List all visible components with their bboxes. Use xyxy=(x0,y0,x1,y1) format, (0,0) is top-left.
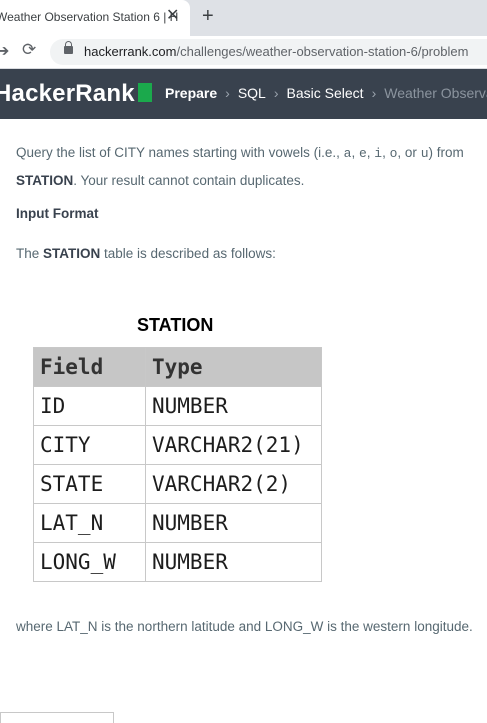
table-intro: The STATION table is described as follow… xyxy=(16,240,276,267)
vowel-o: o xyxy=(389,146,398,161)
breadcrumb-current: Weather Observation Station 6 xyxy=(384,85,487,101)
intro-text-end: table is described as follows: xyxy=(100,246,276,261)
input-format-heading: Input Format xyxy=(16,206,99,221)
url-text: hackerrank.com/challenges/weather-observ… xyxy=(84,44,468,59)
type-cell: NUMBER xyxy=(145,542,322,582)
tab-title: Weather Observation Station 6 | H xyxy=(0,10,179,24)
breadcrumb-basic-select[interactable]: Basic Select xyxy=(287,85,364,101)
keyword-station: STATION xyxy=(43,246,101,261)
table-title: STATION xyxy=(137,315,214,335)
hackerrank-logo[interactable]: HackerRank xyxy=(0,80,152,108)
breadcrumb-prepare[interactable]: Prepare xyxy=(165,85,217,101)
vowel-u: u xyxy=(420,146,429,161)
browser-tab[interactable]: Weather Observation Station 6 | H ✕ xyxy=(0,0,190,36)
header-type: Type xyxy=(145,347,322,387)
lock-icon xyxy=(64,41,73,54)
type-cell: VARCHAR2(21) xyxy=(145,425,322,465)
vowel-e: e xyxy=(358,146,367,161)
chevron-right-icon: › xyxy=(371,85,377,101)
station-schema-table: Field Type ID NUMBER CITY VARCHAR2(21) S… xyxy=(33,347,322,582)
brand-mark-icon xyxy=(137,83,152,102)
vowel-a: a xyxy=(343,146,352,161)
keyword-station: STATION xyxy=(16,173,74,188)
reload-icon[interactable]: ⟳ xyxy=(22,40,36,60)
footnote: where LAT_N is the northern latitude and… xyxy=(16,619,473,634)
new-tab-icon[interactable]: + xyxy=(202,5,214,27)
brand-name: HackerRank xyxy=(0,80,135,107)
desc-text-end: ) from xyxy=(428,145,464,160)
url-path: /challenges/weather-observation-station-… xyxy=(176,44,469,59)
browser-tab-strip: Weather Observation Station 6 | H ✕ + xyxy=(0,0,487,36)
table-header-row: Field Type xyxy=(33,347,322,387)
intro-text: The xyxy=(16,246,44,261)
problem-description: Query the list of CITY names starting wi… xyxy=(16,145,464,188)
field-cell: LAT_N xyxy=(33,503,146,543)
bottom-panel-tab[interactable] xyxy=(0,712,114,723)
chevron-right-icon: › xyxy=(273,85,279,101)
type-cell: NUMBER xyxy=(145,386,322,426)
chevron-right-icon: › xyxy=(225,85,230,101)
field-cell: STATE xyxy=(33,464,146,504)
field-cell: ID xyxy=(33,386,146,426)
table-row: CITY VARCHAR2(21) xyxy=(33,425,322,465)
type-cell: NUMBER xyxy=(145,503,322,543)
url-host: hackerrank.com xyxy=(84,44,177,59)
table-row: ID NUMBER xyxy=(33,386,322,426)
desc-text: Query the list of CITY names starting wi… xyxy=(16,145,344,160)
url-input[interactable]: hackerrank.com/challenges/weather-observ… xyxy=(50,39,487,65)
desc-text-2: . Your result cannot contain duplicates. xyxy=(73,173,305,188)
field-cell: LONG_W xyxy=(33,542,146,582)
table-row: LAT_N NUMBER xyxy=(33,503,322,543)
address-bar: ➔ ⟳ hackerrank.com/challenges/weather-ob… xyxy=(0,36,487,69)
forward-arrow-icon[interactable]: ➔ xyxy=(0,41,9,61)
field-cell: CITY xyxy=(33,425,146,465)
header-field: Field xyxy=(33,347,146,387)
type-cell: VARCHAR2(2) xyxy=(145,464,322,504)
site-navbar: HackerRank Prepare › SQL › Basic Select › Weat… xyxy=(0,69,487,119)
table-row: LONG_W NUMBER xyxy=(33,542,322,582)
close-tab-icon[interactable]: ✕ xyxy=(166,8,179,24)
table-row: STATE VARCHAR2(2) xyxy=(33,464,322,504)
breadcrumb-sql[interactable]: SQL xyxy=(238,85,266,101)
vowel-i: i xyxy=(374,146,383,161)
breadcrumb: Prepare › SQL › Basic Select › Weather Observa… xyxy=(165,85,487,101)
